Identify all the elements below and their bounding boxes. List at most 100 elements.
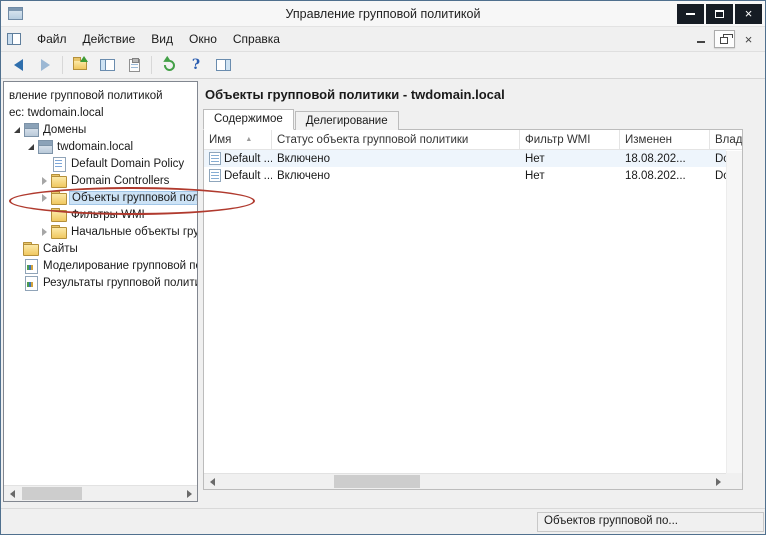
close-button[interactable]: × [735, 4, 762, 24]
scroll-right-arrow-icon[interactable] [181, 486, 197, 501]
menu-view[interactable]: Вид [143, 29, 181, 49]
tree-item-group-policy-objects[interactable]: Объекты групповой политики [4, 189, 197, 206]
column-header-name[interactable]: Имя ▲ [204, 130, 272, 149]
menu-action[interactable]: Действие [75, 29, 144, 49]
cell-text: Нет [525, 170, 545, 182]
console-tree: вление групповой политикой ес: twdomain.… [3, 81, 198, 502]
window-controls: × [677, 4, 762, 24]
column-header-wmi-filter[interactable]: Фильтр WMI [520, 130, 620, 149]
cell-name: Default ... [204, 169, 272, 182]
tree-item-label: Результаты групповой политики [41, 276, 198, 290]
folder-up-icon [73, 60, 87, 70]
mdi-minimize-button[interactable] [690, 30, 711, 48]
help-button[interactable]: ? [183, 54, 209, 76]
column-header-modified[interactable]: Изменен [620, 130, 710, 149]
minimize-button[interactable] [677, 4, 704, 24]
gpmc-window: Управление групповой политикой × Файл Де… [0, 0, 766, 535]
tree-item-label: Domain Controllers [69, 174, 171, 188]
results-pane: Объекты групповой политики - twdomain.lo… [203, 79, 743, 490]
cell-wmi-filter: Нет [520, 153, 620, 165]
expander-spacer [38, 157, 51, 170]
column-label: Статус объекта групповой политики [277, 134, 468, 146]
maximize-button[interactable] [706, 4, 733, 24]
tree-item-label-selected: Объекты групповой политики [69, 191, 198, 205]
menu-file[interactable]: Файл [29, 29, 75, 49]
tree-item-domains[interactable]: Домены [4, 121, 197, 138]
gpo-icon [51, 157, 67, 170]
folder-icon [51, 208, 67, 221]
collapsed-triangle-icon[interactable] [38, 191, 51, 204]
scrollbar-corner [726, 473, 742, 489]
cell-wmi-filter: Нет [520, 170, 620, 182]
list-header: Имя ▲ Статус объекта групповой политики … [204, 130, 742, 150]
tree-item-domain-controllers[interactable]: Domain Controllers [4, 172, 197, 189]
tree-item-label: Домены [41, 123, 88, 137]
expander-spacer [38, 208, 51, 221]
column-header-status[interactable]: Статус объекта групповой политики [272, 130, 520, 149]
show-console-tree-button[interactable] [94, 54, 120, 76]
cell-owner: Doma [710, 170, 726, 182]
cell-status: Включено [272, 170, 520, 182]
list-horizontal-scrollbar[interactable] [204, 473, 726, 489]
scroll-left-arrow-icon[interactable] [4, 486, 20, 501]
tree-item-label: Фильтры WMI [69, 208, 147, 222]
tree-item-label: ес: twdomain.local [7, 106, 106, 120]
column-header-owner[interactable]: Влад [710, 130, 742, 149]
collapsed-triangle-icon[interactable] [38, 174, 51, 187]
expanded-triangle-icon[interactable] [24, 140, 37, 153]
mdi-minimize-icon [697, 41, 705, 43]
collapsed-triangle-icon[interactable] [38, 225, 51, 238]
refresh-button[interactable] [156, 54, 182, 76]
action-pane-icon [216, 59, 231, 71]
tree-item-gp-modeling[interactable]: Моделирование групповой пол [4, 257, 197, 274]
scroll-left-arrow-icon[interactable] [204, 474, 220, 489]
scrollbar-thumb[interactable] [22, 487, 82, 500]
export-list-button[interactable] [121, 54, 147, 76]
tab-contents[interactable]: Содержимое [203, 109, 294, 130]
tree-horizontal-scrollbar[interactable] [4, 485, 197, 501]
toolbar: ? [1, 52, 765, 79]
tree-item-gp-results[interactable]: Результаты групповой политики [4, 274, 197, 291]
tree-item-sites[interactable]: Сайты [4, 240, 197, 257]
column-label: Изменен [625, 134, 672, 146]
show-action-pane-button[interactable] [210, 54, 236, 76]
back-button[interactable] [5, 54, 31, 76]
cell-modified: 18.08.202... [620, 153, 710, 165]
column-label: Имя [209, 134, 231, 146]
mdi-window-controls: × [690, 30, 759, 48]
maximize-icon [715, 10, 724, 18]
tab-delegation[interactable]: Делегирование [295, 111, 399, 130]
tree-item-domain-twdomain[interactable]: twdomain.local [4, 138, 197, 155]
cell-text: Doma [715, 153, 726, 165]
folder-up-button[interactable] [67, 54, 93, 76]
expander-spacer [10, 276, 23, 289]
gpo-icon [209, 152, 221, 165]
mdi-close-button[interactable]: × [738, 30, 759, 48]
forward-button[interactable] [32, 54, 58, 76]
list-vertical-scrollbar[interactable] [726, 151, 742, 473]
column-label: Влад [715, 134, 742, 146]
table-row[interactable]: Default ... Включено Нет 18.08.202... Do… [204, 167, 726, 184]
modeling-icon [23, 259, 39, 272]
titlebar: Управление групповой политикой × [1, 1, 765, 27]
tree-item-starter-gpos[interactable]: Начальные объекты груп [4, 223, 197, 240]
cell-text: Включено [277, 170, 330, 182]
table-row[interactable]: Default ... Включено Нет 18.08.202... Do… [204, 150, 726, 167]
cell-status: Включено [272, 153, 520, 165]
export-list-icon [129, 59, 140, 72]
menu-help[interactable]: Справка [225, 29, 288, 49]
scroll-right-arrow-icon[interactable] [710, 474, 726, 489]
toolbar-separator [151, 56, 152, 74]
cell-text: 18.08.202... [625, 153, 686, 165]
mdi-close-icon: × [745, 33, 753, 46]
console-tree-icon [100, 59, 115, 71]
tree-item-root[interactable]: вление групповой политикой [4, 87, 197, 104]
mdi-restore-button[interactable] [714, 30, 735, 48]
tree-item-forest[interactable]: ес: twdomain.local [4, 104, 197, 121]
expanded-triangle-icon[interactable] [10, 123, 23, 136]
tree-item-default-domain-policy[interactable]: Default Domain Policy [4, 155, 197, 172]
statusbar: Объектов групповой по... [1, 508, 765, 534]
tree-item-wmi-filters[interactable]: Фильтры WMI [4, 206, 197, 223]
menu-window[interactable]: Окно [181, 29, 225, 49]
scrollbar-thumb[interactable] [334, 475, 420, 488]
